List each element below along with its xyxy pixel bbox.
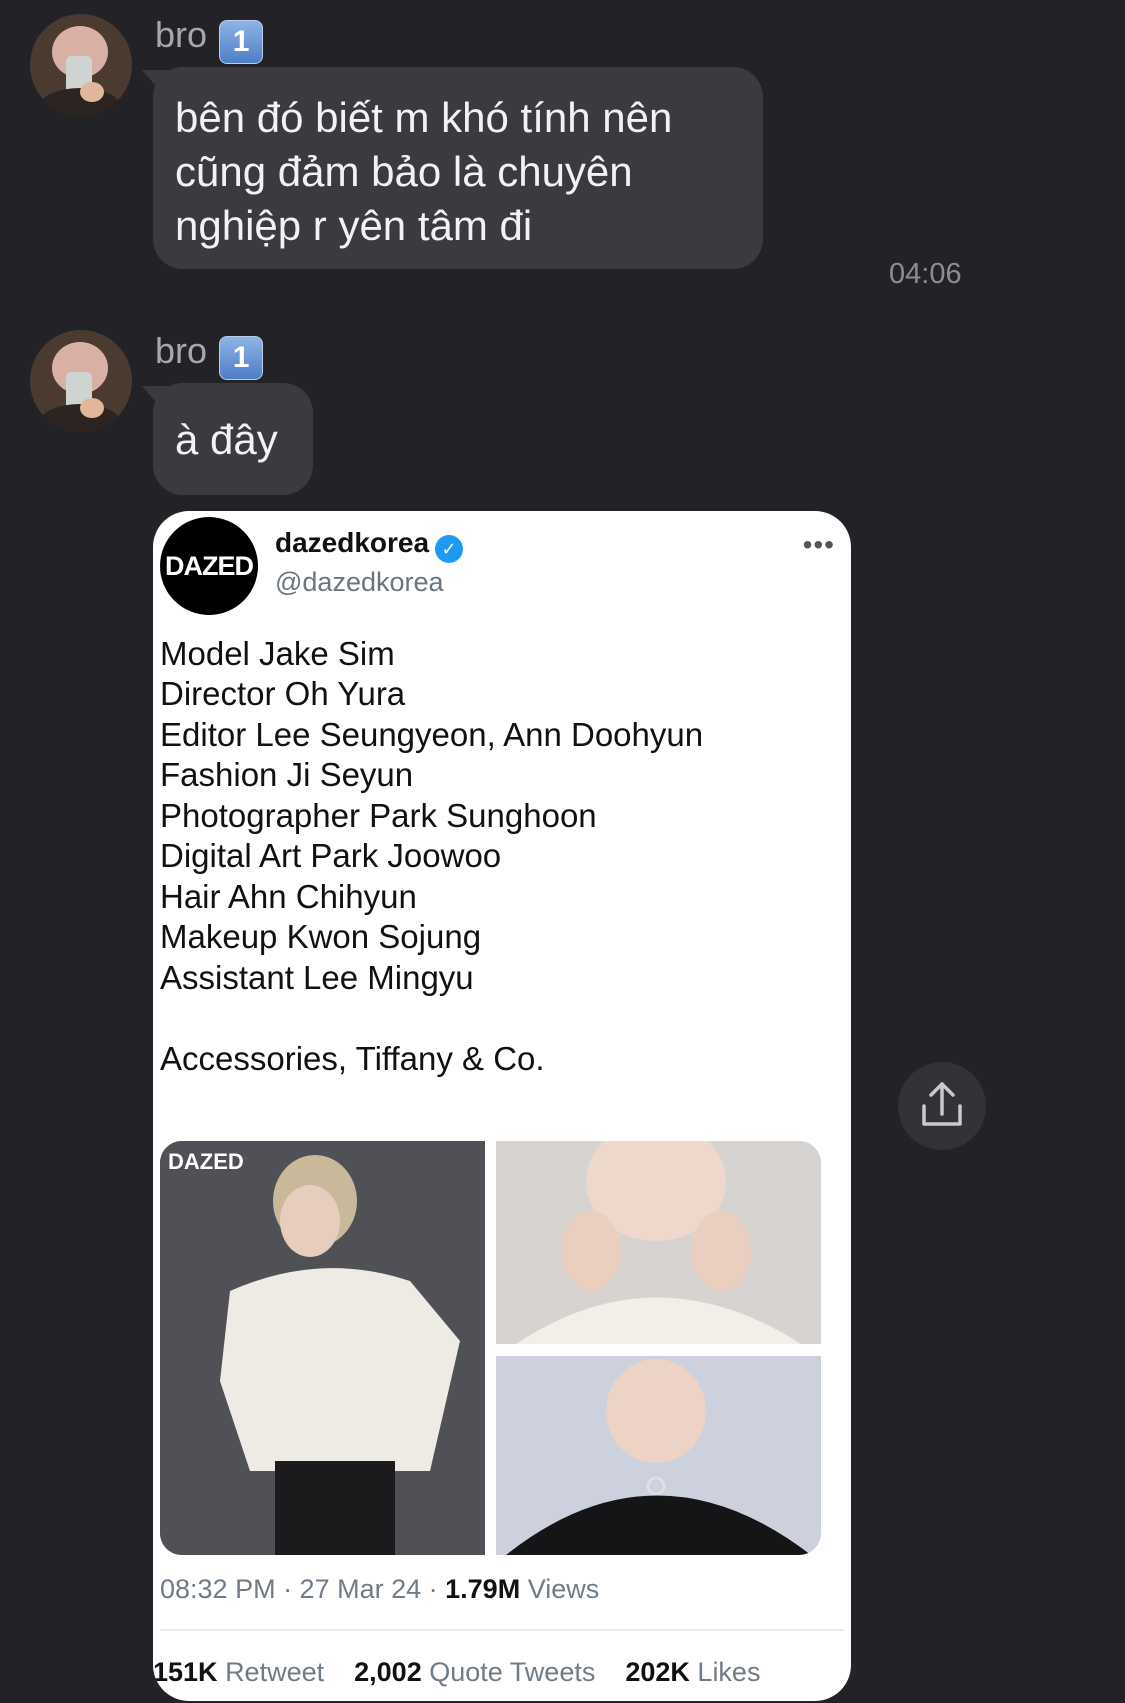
- more-options-icon: •••: [802, 529, 835, 560]
- tweet-photo-main: DAZED: [160, 1141, 485, 1555]
- sender-name: bro 1: [155, 14, 264, 64]
- message-text: bên đó biết m khó tính nên cũng đảm bảo …: [175, 94, 673, 249]
- divider: [160, 1629, 844, 1631]
- avatar-photo: [30, 330, 132, 432]
- retweets-label: Retweet: [225, 1657, 325, 1687]
- tweet-line: Editor Lee Seungyeon, Ann Doohyun: [160, 716, 704, 753]
- tweet-photo-top-right: [496, 1141, 821, 1344]
- tweet-line: Hair Ahn Chihyun: [160, 878, 417, 915]
- tweet-line: Director Oh Yura: [160, 675, 406, 712]
- sender-avatar[interactable]: [30, 14, 132, 116]
- tweet-stats: 151K Retweet 2,002 Quote Tweets 202K Lik…: [153, 1657, 760, 1688]
- tweet-display-name: dazedkorea ✓: [275, 527, 464, 563]
- avatar-photo: [30, 14, 132, 116]
- dazed-logo: DAZED: [160, 517, 258, 615]
- sender-name-text: bro: [155, 330, 208, 371]
- tweet-line: Makeup Kwon Sojung: [160, 918, 482, 955]
- retweets-count: 151K: [153, 1657, 218, 1687]
- tweet-line: Model Jake Sim: [160, 635, 395, 672]
- tweet-photo-bottom-right: [496, 1356, 821, 1555]
- keycap-badge-icon: 1: [219, 20, 264, 64]
- tweet-line: Digital Art Park Joowoo: [160, 837, 502, 874]
- likes-count: 202K: [625, 1657, 690, 1687]
- sender-avatar[interactable]: [30, 330, 132, 432]
- model-photo: [496, 1356, 821, 1555]
- likes-label: Likes: [697, 1657, 761, 1687]
- quotes-label: Quote Tweets: [429, 1657, 596, 1687]
- message-time: 04:06: [889, 258, 962, 290]
- quotes-count: 2,002: [354, 1657, 422, 1687]
- model-photo: [496, 1141, 821, 1344]
- message-bubble[interactable]: bên đó biết m khó tính nên cũng đảm bảo …: [153, 67, 763, 269]
- tweet-timestamp: 08:32 PM · 27 Mar 24 ·: [160, 1574, 438, 1604]
- model-photo: [160, 1141, 485, 1555]
- tweet-line: Accessories, Tiffany & Co.: [160, 1040, 545, 1077]
- sender-name-text: bro: [155, 14, 208, 55]
- keycap-badge-icon: 1: [219, 336, 264, 380]
- tweet-line: Photographer Park Sunghoon: [160, 797, 597, 834]
- tweet-image-card[interactable]: DAZED dazedkorea ✓ @dazedkorea ••• Model …: [153, 511, 851, 1701]
- tweet-handle: @dazedkorea: [275, 567, 444, 597]
- share-icon: [922, 1082, 962, 1126]
- views-count: 1.79M: [445, 1574, 521, 1604]
- share-button[interactable]: [898, 1062, 986, 1150]
- display-name-text: dazedkorea: [275, 527, 430, 558]
- tweet-meta: 08:32 PM · 27 Mar 24 · 1.79M Views: [160, 1574, 599, 1605]
- views-label: Views: [527, 1574, 600, 1604]
- verified-badge-icon: ✓: [435, 535, 464, 563]
- tweet-line: Fashion Ji Seyun: [160, 756, 414, 793]
- tweet-line: Assistant Lee Mingyu: [160, 959, 474, 996]
- image-watermark: DAZED: [168, 1149, 244, 1174]
- message-bubble[interactable]: à đây: [153, 383, 313, 495]
- sender-name: bro 1: [155, 330, 264, 380]
- message-text: à đây: [175, 416, 278, 463]
